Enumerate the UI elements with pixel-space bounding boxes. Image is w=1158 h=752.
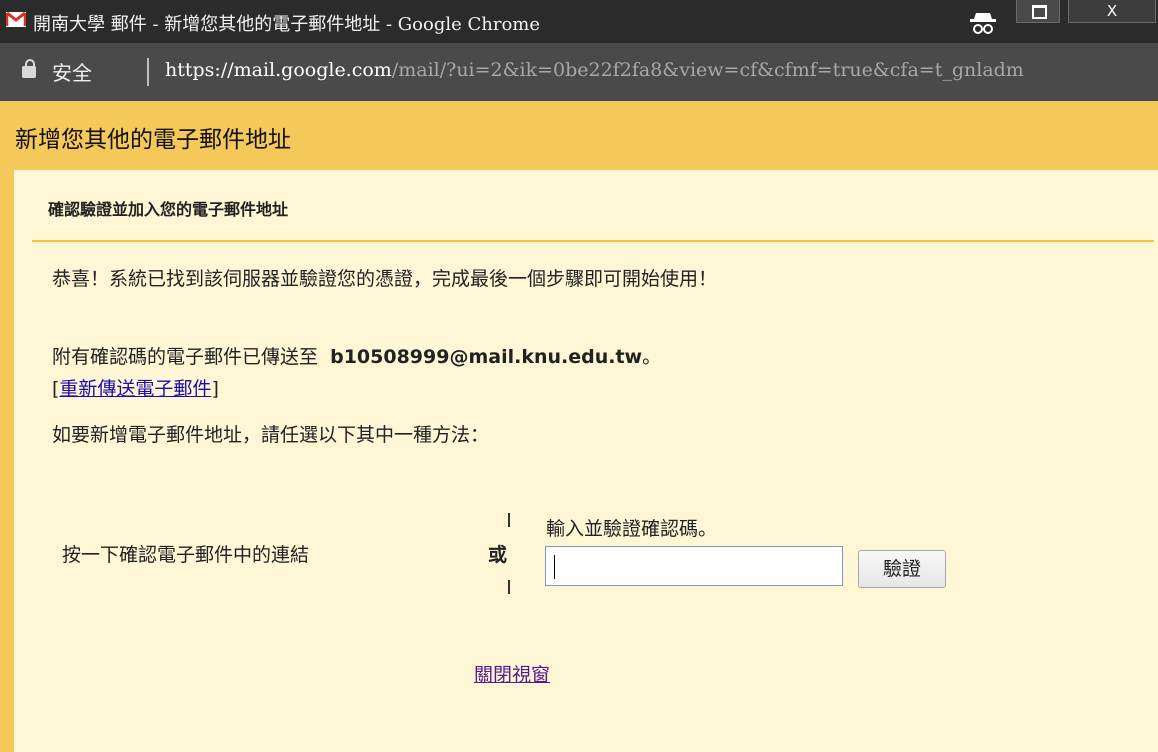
sent-line: 附有確認碼的電子郵件已傳送至 b10508999@mail.knu.edu.tw… [52,342,661,369]
text-caret [554,555,555,579]
url-text[interactable]: https://mail.google.com/mail/?ui=2&ik=0b… [165,59,1155,81]
url-host: https://mail.google.com [165,59,392,81]
resend-email-link[interactable]: 重新傳送電子郵件 [59,378,211,400]
section-divider [32,240,1154,242]
close-icon: X [1106,2,1118,20]
incognito-icon [966,10,1000,36]
address-bar[interactable]: 安全 https://mail.google.com/mail/?ui=2&ik… [0,43,1158,101]
verification-code-input[interactable] [545,546,843,586]
option-code-text: 輸入並驗證確認碼。 [546,518,718,540]
congrats-text: 恭喜！系統已找到該伺服器並驗證您的憑證，完成最後一個步驟即可開始使用！ [52,268,718,290]
maximize-button[interactable] [1016,0,1060,23]
sent-suffix: 。 [642,346,662,368]
lock-icon [22,59,36,78]
content-panel: 確認驗證並加入您的電子郵件地址 恭喜！系統已找到該伺服器並驗證您的憑證，完成最後… [14,170,1158,752]
maximize-icon [1032,5,1047,19]
verify-button[interactable]: 驗證 [858,550,946,588]
resend-close-bracket: ] [211,378,219,400]
or-divider-bottom [508,580,510,594]
sent-email: b10508999@mail.knu.edu.tw [330,346,643,368]
section-title: 確認驗證並加入您的電子郵件地址 [48,200,289,219]
gmail-icon [6,12,26,27]
window-titlebar: 開南大學 郵件 - 新增您其他的電子郵件地址 - Google Chrome X [0,0,1158,43]
sent-prefix: 附有確認碼的電子郵件已傳送至 [52,346,319,368]
security-label: 安全 [52,61,92,85]
resend-line: [重新傳送電子郵件] [52,374,219,401]
close-window-link[interactable]: 關閉視窗 [474,660,550,687]
url-path: /mail/?ui=2&ik=0be22f2fa8&view=cf&cfmf=t… [391,59,1024,81]
or-label: 或 [488,544,508,566]
close-window-button[interactable]: X [1068,0,1156,23]
option-link-text: 按一下確認電子郵件中的連結 [62,544,310,566]
address-separator [147,58,149,86]
instructions-text: 如要新增電子郵件地址，請任選以下其中一種方法： [52,424,490,446]
or-divider-top [508,513,510,527]
page-title: 新增您其他的電子郵件地址 [15,127,291,153]
window-title: 開南大學 郵件 - 新增您其他的電子郵件地址 - Google Chrome [33,14,541,35]
